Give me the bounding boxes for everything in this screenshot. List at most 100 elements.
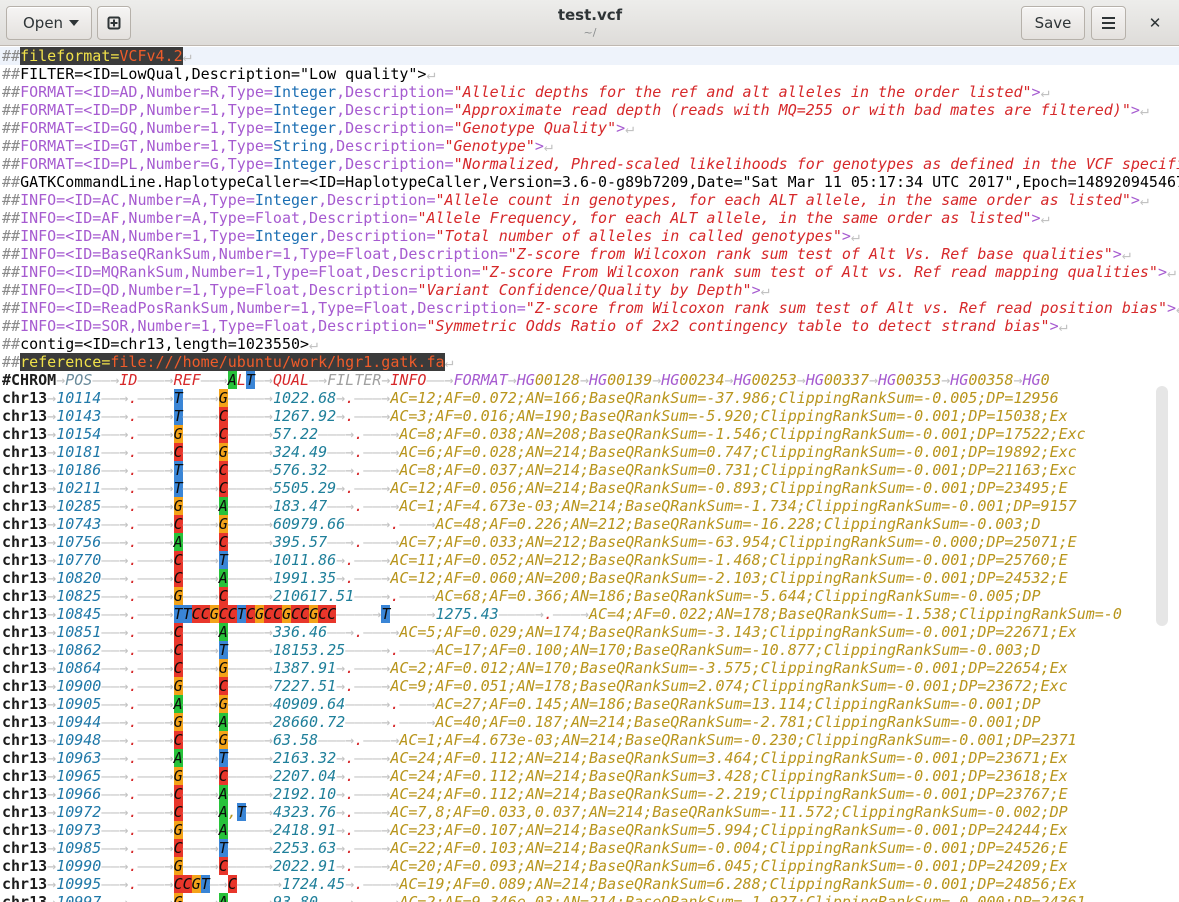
editor-line[interactable]: ##INFO=<ID=SOR,Number=1,Type=Float,Descr…: [2, 317, 1179, 335]
editor-line[interactable]: chr13→10181——→.———→C———→G————→324.49——→.…: [2, 443, 1179, 461]
tab-arrow: ———→: [182, 389, 219, 407]
tab-arrow: →: [336, 479, 346, 497]
editor-line[interactable]: ##INFO=<ID=AF,Number=A,Type=Float,Descri…: [2, 209, 1179, 227]
editor-line[interactable]: chr13→10851——→.———→C———→A————→336.46——→.…: [2, 623, 1179, 641]
editor-line[interactable]: ##reference=file:///home/ubuntu/work/hgr…: [2, 353, 1179, 371]
editor-line[interactable]: ##INFO=<ID=BaseQRankSum,Number=1,Type=Fl…: [2, 245, 1179, 263]
column-header: HG: [878, 371, 897, 389]
pos-cell: 10181: [56, 443, 102, 461]
editor-line[interactable]: chr13→10845——→.———→TTCCGCCTCGCCGCCGCC———…: [2, 605, 1179, 623]
base-g: G: [218, 731, 228, 749]
editor-line[interactable]: ##INFO=<ID=AC,Number=A,Type=Integer,Desc…: [2, 191, 1179, 209]
pos-cell: 10211: [56, 479, 102, 497]
tab-arrow: →: [336, 551, 346, 569]
close-button[interactable]: ✕: [1138, 6, 1172, 40]
chrom-cell: chr13: [2, 677, 48, 695]
tab-arrow: ———→: [354, 821, 391, 839]
editor-line[interactable]: chr13→10973——→.———→G———→A————→2418.91→.—…: [2, 821, 1179, 839]
tab-arrow: ————→: [227, 857, 273, 875]
save-button[interactable]: Save: [1021, 6, 1085, 40]
editor-line[interactable]: ##FORMAT=<ID=AD,Number=R,Type=Integer,De…: [2, 83, 1179, 101]
editor-line[interactable]: chr13→10825——→.———→G———→C————→210617.51—…: [2, 587, 1179, 605]
editor-line[interactable]: ##FORMAT=<ID=DP,Number=1,Type=Integer,De…: [2, 101, 1179, 119]
open-button[interactable]: Open: [6, 6, 92, 40]
editor-line[interactable]: ##INFO=<ID=MQRankSum,Number=1,Type=Float…: [2, 263, 1179, 281]
editor-line[interactable]: chr13→10900——→.———→G———→C————→7227.51→.—…: [2, 677, 1179, 695]
tab-arrow: ———→: [399, 713, 436, 731]
editor-line[interactable]: ##FILTER=<ID=LowQual,Description="Low qu…: [2, 65, 1179, 83]
base-c: C: [227, 605, 237, 623]
editor-line[interactable]: chr13→10963——→.———→A———→T————→2163.32→.—…: [2, 749, 1179, 767]
pos-cell: 10972: [56, 803, 102, 821]
meta-keyword: ,Description=: [336, 83, 454, 101]
editor-line[interactable]: chr13→10143——→.———→T———→C————→1267.92→.—…: [2, 407, 1179, 425]
editor-line[interactable]: chr13→10285——→.———→G———→A————→183.47——→.…: [2, 497, 1179, 515]
editor-line[interactable]: ##fileformat=VCFv4.2↵: [0, 47, 1179, 65]
menu-button[interactable]: [1091, 6, 1126, 40]
editor-line[interactable]: ##INFO=<ID=QD,Number=1,Type=Float,Descri…: [2, 281, 1179, 299]
qual-cell: 2418.91: [272, 821, 337, 839]
info-cell: AC=68;AF=0.366;AN=186;BaseQRankSum=-5.64…: [435, 587, 1041, 605]
info-cell: AC=22;AF=0.103;AN=214;BaseQRankSum=-0.00…: [390, 839, 1068, 857]
editor-line[interactable]: chr13→10114——→.———→T———→G————→1022.68→.—…: [2, 389, 1179, 407]
editor-line[interactable]: chr13→10990——→.———→G———→C————→2022.91→.—…: [2, 857, 1179, 875]
editor-line[interactable]: ##FORMAT=<ID=GT,Number=1,Type=String,Des…: [2, 137, 1179, 155]
editor-line[interactable]: ##FORMAT=<ID=PL,Number=G,Type=Integer,De…: [2, 155, 1179, 173]
editor-line[interactable]: chr13→10972——→.———→C———→A,T——→4323.76→.—…: [2, 803, 1179, 821]
editor-line[interactable]: ##INFO=<ID=AN,Number=1,Type=Integer,Desc…: [2, 227, 1179, 245]
line-break-icon: ↵: [444, 353, 454, 371]
new-document-button[interactable]: [97, 6, 131, 40]
base-c: C: [191, 605, 201, 623]
editor-line[interactable]: chr13→10186——→.———→T———→C————→576.32——→.…: [2, 461, 1179, 479]
tab-arrow: ———→: [182, 857, 219, 875]
base-c: C: [218, 767, 228, 785]
editor-line[interactable]: chr13→10948——→.———→C———→G————→63.58———→.…: [2, 731, 1179, 749]
text-editor[interactable]: ##fileformat=VCFv4.2↵ ##FILTER=<ID=LowQua…: [0, 46, 1179, 902]
window-title: test.vcf: [557, 6, 623, 24]
tab-arrow: ————→: [227, 443, 273, 461]
tab-arrow: ———→: [182, 569, 219, 587]
editor-line[interactable]: ##FORMAT=<ID=GQ,Number=1,Type=Integer,De…: [2, 119, 1179, 137]
base-t: T: [245, 371, 255, 389]
editor-line[interactable]: chr13→10154——→.———→G———→C————→57.22———→.…: [2, 425, 1179, 443]
qual-cell: 28660.72: [272, 713, 346, 731]
editor-line[interactable]: ##GATKCommandLine.HaplotypeCaller=<ID=Ha…: [2, 173, 1179, 191]
plain-text: FILTER=<ID=LowQual,Description="Low qual…: [20, 65, 427, 83]
editor-line[interactable]: #CHROM→POS——→ID———→REF——→ALT—→QUAL—→FILT…: [2, 371, 1179, 389]
tab-arrow: ————→: [227, 731, 273, 749]
editor-line[interactable]: chr13→10965——→.———→G———→C————→2207.04→.—…: [2, 767, 1179, 785]
editor-line[interactable]: chr13→10985——→.———→C———→T————→2253.63→.—…: [2, 839, 1179, 857]
editor-line[interactable]: chr13→10944——→.———→G———→A————→28660.72——…: [2, 713, 1179, 731]
tab-arrow: ———→: [182, 785, 219, 803]
editor-line[interactable]: chr13→10905——→.———→A———→G————→40909.64——…: [2, 695, 1179, 713]
editor-line[interactable]: chr13→10862——→.———→C———→T————→18153.25——…: [2, 641, 1179, 659]
tab-arrow: ——→: [101, 605, 129, 623]
id-cell: .: [354, 425, 364, 443]
tab-arrow: ———→: [182, 497, 219, 515]
plain-text: GATKCommandLine.HaplotypeCaller=<ID=Hapl…: [20, 173, 1179, 191]
comment-prefix: ##: [2, 263, 21, 281]
editor-line[interactable]: ##contig=<ID=chr13,length=1023550>↵: [2, 335, 1179, 353]
tab-arrow: ———→: [137, 839, 174, 857]
editor-line[interactable]: chr13→10995——→.———→CCGT—→C————→1724.45→.…: [2, 875, 1179, 893]
editor-line[interactable]: chr13→10211——→.———→T———→C————→5505.29→.—…: [2, 479, 1179, 497]
editor-line[interactable]: chr13→10770——→.———→C———→T————→1011.86→.—…: [2, 551, 1179, 569]
editor-line[interactable]: ##INFO=<ID=ReadPosRankSum,Number=1,Type=…: [2, 299, 1179, 317]
comment-prefix: ##: [2, 101, 21, 119]
base-c: C: [218, 605, 228, 623]
column-header: HG: [589, 371, 608, 389]
editor-line[interactable]: chr13→10864——→.———→C———→G————→1387.91→.—…: [2, 659, 1179, 677]
base-c: C: [218, 677, 228, 695]
editor-line[interactable]: chr13→10820——→.———→C———→A————→1991.35→.—…: [2, 569, 1179, 587]
base-c: C: [173, 641, 183, 659]
editor-line[interactable]: chr13→10966——→.———→C———→A————→2192.10→.—…: [2, 785, 1179, 803]
base-g: G: [173, 713, 183, 731]
editor-line[interactable]: chr13→10756——→.———→A———→C————→395.57——→.…: [2, 533, 1179, 551]
id-cell: .: [345, 803, 355, 821]
tab-arrow: ————→: [345, 515, 391, 533]
highlighted-value: file:///home/ubuntu/work/hgr1.gatk.fa: [110, 353, 445, 371]
editor-line[interactable]: chr13→10997——→.———→G———→A————→93.80———→.…: [2, 893, 1179, 902]
qual-cell: 93.80: [272, 893, 319, 902]
editor-line[interactable]: chr13→10743——→.———→C———→G————→60979.66——…: [2, 515, 1179, 533]
column-header: HG: [1022, 371, 1041, 389]
